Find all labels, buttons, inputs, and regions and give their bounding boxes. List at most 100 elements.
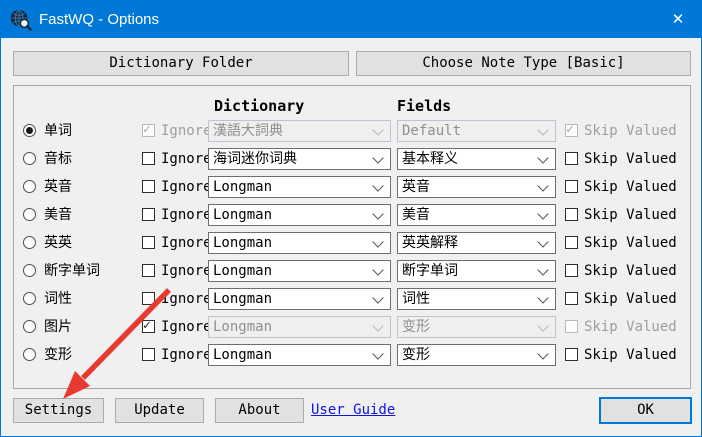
skip-valued-checkbox[interactable] — [565, 152, 578, 165]
ignore-label: Ignore — [161, 260, 212, 282]
ignore-checkbox[interactable] — [142, 348, 155, 361]
row-label: 变形 — [44, 344, 72, 366]
ignore-checkbox[interactable] — [142, 208, 155, 221]
dictionary-column-header: Dictionary — [214, 97, 304, 115]
row-radio-button[interactable] — [23, 152, 36, 165]
fields-dropdown[interactable]: 变形 — [397, 344, 556, 366]
chevron-down-icon — [372, 348, 383, 359]
chevron-down-icon — [372, 236, 383, 247]
fields-dropdown[interactable]: 词性 — [397, 288, 556, 310]
row-radio-button[interactable] — [23, 180, 36, 193]
fields-dropdown[interactable]: 英音 — [397, 176, 556, 198]
fields-dropdown-value: 英音 — [402, 179, 430, 195]
row-radio-button[interactable] — [23, 348, 36, 361]
fields-dropdown-value: 断字单词 — [402, 263, 458, 279]
option-row: 音标 Ignore 海词迷你词典 基本释义 Skip Valued — [1, 148, 702, 170]
skip-valued-checkbox[interactable] — [565, 180, 578, 193]
fields-dropdown[interactable]: 基本释义 — [397, 148, 556, 170]
ignore-checkbox[interactable] — [142, 124, 155, 137]
dictionary-dropdown[interactable]: 漢語大詞典 — [208, 120, 391, 142]
ignore-checkbox[interactable] — [142, 264, 155, 277]
fields-dropdown-value: 基本释义 — [402, 151, 458, 167]
ignore-label: Ignore — [161, 148, 212, 170]
ignore-checkbox[interactable] — [142, 152, 155, 165]
dictionary-dropdown-value: Longman — [213, 179, 272, 195]
skip-valued-label: Skip Valued — [584, 316, 677, 338]
ignore-label: Ignore — [161, 344, 212, 366]
option-row: 断字单词 Ignore Longman 断字单词 Skip Valued — [1, 260, 702, 282]
chevron-down-icon — [372, 208, 383, 219]
ignore-label: Ignore — [161, 120, 212, 142]
dictionary-dropdown-value: Longman — [213, 347, 272, 363]
ignore-checkbox[interactable] — [142, 320, 155, 333]
fields-dropdown[interactable]: 英英解释 — [397, 232, 556, 254]
dictionary-dropdown[interactable]: Longman — [208, 176, 391, 198]
option-row: 英英 Ignore Longman 英英解释 Skip Valued — [1, 232, 702, 254]
chevron-down-icon — [537, 348, 548, 359]
skip-valued-label: Skip Valued — [584, 344, 677, 366]
fields-dropdown-value: 变形 — [402, 319, 430, 335]
dictionary-dropdown[interactable]: Longman — [208, 316, 391, 338]
row-radio-button[interactable] — [23, 236, 36, 249]
dictionary-folder-button[interactable]: Dictionary Folder — [13, 51, 349, 76]
chevron-down-icon — [537, 124, 548, 135]
row-label: 断字单词 — [44, 260, 100, 282]
fields-dropdown[interactable]: 美音 — [397, 204, 556, 226]
option-row: 变形 Ignore Longman 变形 Skip Valued — [1, 344, 702, 366]
skip-valued-checkbox[interactable] — [565, 124, 578, 137]
dictionary-dropdown[interactable]: Longman — [208, 204, 391, 226]
about-button[interactable]: About — [215, 398, 304, 423]
chevron-down-icon — [537, 180, 548, 191]
row-radio-button[interactable] — [23, 292, 36, 305]
skip-valued-checkbox[interactable] — [565, 320, 578, 333]
fields-dropdown-value: 英英解释 — [402, 235, 458, 251]
row-label: 英音 — [44, 176, 72, 198]
dictionary-dropdown[interactable]: Longman — [208, 344, 391, 366]
skip-valued-label: Skip Valued — [584, 204, 677, 226]
skip-valued-checkbox[interactable] — [565, 264, 578, 277]
dictionary-dropdown-value: 漢語大詞典 — [213, 123, 283, 139]
skip-valued-checkbox[interactable] — [565, 348, 578, 361]
ignore-label: Ignore — [161, 316, 212, 338]
dictionary-dropdown-value: Longman — [213, 263, 272, 279]
ignore-checkbox[interactable] — [142, 180, 155, 193]
skip-valued-checkbox[interactable] — [565, 236, 578, 249]
ignore-label: Ignore — [161, 288, 212, 310]
skip-valued-label: Skip Valued — [584, 176, 677, 198]
update-button[interactable]: Update — [115, 398, 204, 423]
settings-button[interactable]: Settings — [13, 398, 104, 423]
option-row: 词性 Ignore Longman 词性 Skip Valued — [1, 288, 702, 310]
chevron-down-icon — [372, 152, 383, 163]
ok-button[interactable]: OK — [599, 397, 692, 424]
row-radio-button[interactable] — [23, 208, 36, 221]
user-guide-link[interactable]: User Guide — [311, 398, 395, 423]
chevron-down-icon — [372, 292, 383, 303]
row-radio-button[interactable] — [23, 320, 36, 333]
ignore-checkbox[interactable] — [142, 236, 155, 249]
title-bar[interactable]: FastWQ - Options ✕ — [1, 1, 701, 38]
row-radio-button[interactable] — [23, 264, 36, 277]
row-radio-button[interactable] — [23, 124, 36, 137]
chevron-down-icon — [537, 152, 548, 163]
skip-valued-checkbox[interactable] — [565, 208, 578, 221]
row-label: 英英 — [44, 232, 72, 254]
dictionary-dropdown[interactable]: Longman — [208, 260, 391, 282]
fields-dropdown[interactable]: 断字单词 — [397, 260, 556, 282]
choose-note-type-button[interactable]: Choose Note Type [Basic] — [356, 51, 691, 76]
fields-dropdown[interactable]: 变形 — [397, 316, 556, 338]
close-button[interactable]: ✕ — [655, 1, 701, 38]
skip-valued-label: Skip Valued — [584, 120, 677, 142]
dictionary-dropdown-value: Longman — [213, 319, 272, 335]
dictionary-dropdown-value: Longman — [213, 291, 272, 307]
ignore-checkbox[interactable] — [142, 292, 155, 305]
fields-dropdown-value: 变形 — [402, 347, 430, 363]
fields-dropdown[interactable]: Default — [397, 120, 556, 142]
dictionary-dropdown[interactable]: Longman — [208, 288, 391, 310]
dictionary-dropdown[interactable]: 海词迷你词典 — [208, 148, 391, 170]
ignore-label: Ignore — [161, 176, 212, 198]
fields-dropdown-value: 美音 — [402, 207, 430, 223]
skip-valued-label: Skip Valued — [584, 288, 677, 310]
dictionary-dropdown[interactable]: Longman — [208, 232, 391, 254]
option-row: 图片 Ignore Longman 变形 Skip Valued — [1, 316, 702, 338]
skip-valued-checkbox[interactable] — [565, 292, 578, 305]
